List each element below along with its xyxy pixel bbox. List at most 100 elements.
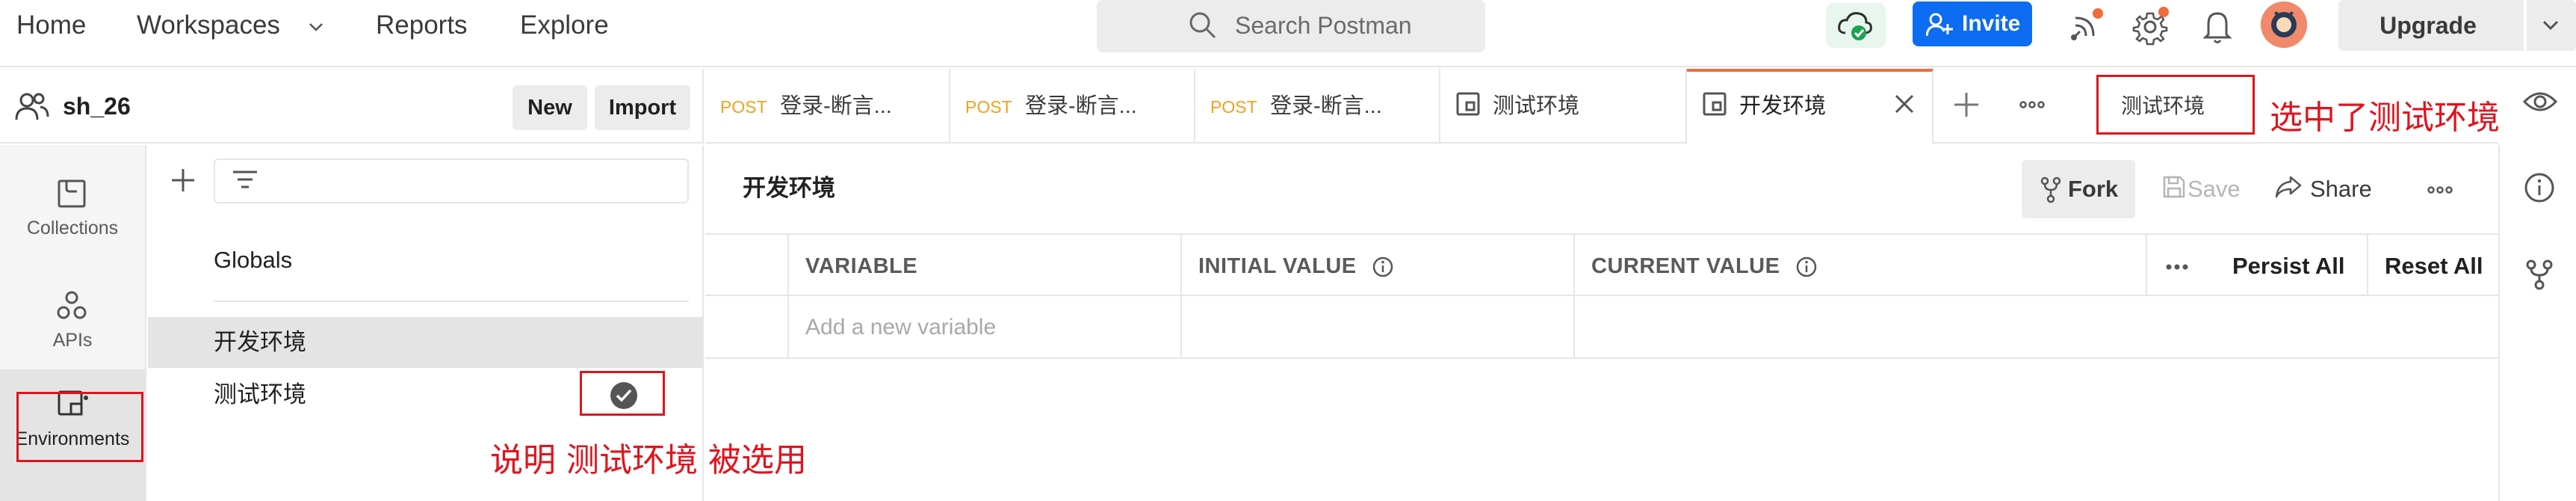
share-label: Share	[2310, 176, 2372, 202]
environment-icon	[1456, 92, 1480, 116]
workspace-name[interactable]: sh_26	[63, 91, 131, 121]
annotation-box-environments	[16, 392, 143, 462]
upgrade-button[interactable]: Upgrade	[2338, 0, 2524, 51]
column-divider	[1573, 235, 1575, 359]
variables-table: VARIABLE INITIAL VALUE CURRENT VALUE Per…	[705, 235, 2498, 359]
new-button[interactable]: New	[513, 85, 587, 130]
more-icon[interactable]	[2164, 256, 2190, 278]
method-badge: POST	[1210, 97, 1257, 117]
active-environment-highlight[interactable]	[580, 371, 665, 416]
new-variable-placeholder[interactable]: Add a new variable	[805, 314, 996, 341]
method-badge: POST	[965, 97, 1012, 117]
column-divider	[2146, 235, 2147, 296]
gear-icon[interactable]	[2129, 4, 2171, 46]
fork-icon[interactable]	[2524, 259, 2555, 290]
avatar[interactable]	[2261, 1, 2307, 48]
more-icon[interactable]	[2017, 90, 2047, 120]
fork-button[interactable]: Fork	[2022, 160, 2135, 218]
more-icon[interactable]	[2425, 175, 2455, 205]
fork-label: Fork	[2068, 176, 2119, 202]
info-icon[interactable]	[1372, 256, 1394, 278]
sync-status-button[interactable]	[1826, 3, 1886, 48]
add-icon[interactable]	[169, 166, 197, 194]
table-header: VARIABLE INITIAL VALUE CURRENT VALUE Per…	[705, 235, 2498, 296]
close-icon[interactable]	[1892, 91, 1917, 117]
add-user-icon	[1926, 13, 1953, 37]
import-button[interactable]: Import	[595, 85, 690, 130]
tab-request-1[interactable]: POST 登录-断言...	[705, 69, 950, 144]
rail-item-collections[interactable]: Collections	[0, 156, 145, 260]
column-divider	[1180, 235, 1182, 359]
invite-label: Invite	[1962, 11, 2021, 36]
column-header-initial-value: INITIAL VALUE	[1198, 253, 1394, 280]
tab-request-3[interactable]: POST 登录-断言...	[1195, 69, 1440, 144]
save-icon	[2163, 176, 2185, 198]
column-divider	[2367, 235, 2368, 296]
tab-request-2[interactable]: POST 登录-断言...	[950, 69, 1195, 144]
tab-label: 登录-断言...	[1025, 94, 1137, 118]
environment-search-input[interactable]	[214, 159, 689, 203]
environment-item-dev[interactable]: 开发环境	[148, 317, 704, 368]
column-divider	[787, 235, 789, 359]
tab-label: 开发环境	[1739, 94, 1827, 118]
environment-selector-value: 测试环境	[2121, 94, 2205, 117]
upgrade-label: Upgrade	[2380, 12, 2477, 39]
info-icon[interactable]	[2524, 172, 2555, 203]
tab-label: 登录-断言...	[1270, 94, 1382, 118]
rail-item-label: Collections	[26, 218, 119, 239]
annotation-text-right: 选中了测试环境	[2270, 99, 2500, 137]
workspace-header: sh_26 New Import	[0, 69, 704, 144]
nav-workspaces[interactable]: Workspaces	[137, 10, 323, 40]
table-row-new-variable[interactable]: Add a new variable	[705, 298, 2498, 359]
environment-icon	[1703, 92, 1727, 116]
column-header-label: INITIAL VALUE	[1198, 254, 1357, 278]
collections-icon	[58, 179, 86, 208]
bell-icon[interactable]	[2196, 4, 2238, 46]
upgrade-menu-button[interactable]	[2527, 0, 2576, 51]
persist-all-button[interactable]: Persist All	[2232, 253, 2344, 280]
environment-selector[interactable]: 测试环境	[2096, 75, 2255, 135]
tab-label: 测试环境	[1493, 94, 1580, 118]
save-label: Save	[2188, 176, 2241, 202]
column-header-current-value: CURRENT VALUE	[1591, 253, 1818, 280]
search-bar[interactable]: Search Postman	[1097, 0, 1485, 52]
top-bar: Home Workspaces Reports Explore Search P…	[0, 0, 2576, 67]
check-circle-icon	[610, 382, 637, 409]
environment-item-test[interactable]: 测试环境	[148, 371, 704, 420]
nav-reports[interactable]: Reports	[376, 10, 468, 40]
column-header-label: CURRENT VALUE	[1591, 254, 1780, 278]
share-icon	[2275, 176, 2302, 198]
invite-button[interactable]: Invite	[1913, 1, 2032, 46]
chevron-down-icon	[309, 23, 323, 31]
annotation-text-left: 说明 测试环境 被选用	[490, 441, 807, 479]
info-icon[interactable]	[1795, 256, 1818, 278]
environment-item-label: 开发环境	[214, 329, 306, 355]
environment-title[interactable]: 开发环境	[743, 173, 835, 203]
nav-home[interactable]: Home	[16, 10, 86, 40]
new-tab-icon[interactable]	[1951, 90, 1981, 120]
rail-item-apis[interactable]: APIs	[0, 268, 145, 372]
avatar-image	[2261, 1, 2307, 48]
tab-environment-dev[interactable]: 开发环境	[1687, 69, 1933, 144]
chevron-down-icon	[2542, 20, 2559, 31]
satellite-icon[interactable]	[2065, 4, 2107, 46]
apis-icon	[57, 291, 87, 319]
tab-bar: POST 登录-断言... POST 登录-断言... POST 登录-断言..…	[705, 69, 2498, 144]
tab-environment-test[interactable]: 测试环境	[1440, 69, 1687, 144]
team-icon	[15, 93, 49, 120]
rail-item-label: APIs	[52, 330, 93, 351]
cloud-sync-icon	[1838, 12, 1872, 40]
nav-explore[interactable]: Explore	[520, 10, 609, 40]
filter-icon[interactable]	[230, 167, 260, 194]
nav-workspaces-label: Workspaces	[137, 10, 280, 40]
fork-icon	[2040, 176, 2061, 203]
environment-editor-header: 开发环境 Fork Save Share	[705, 145, 2498, 235]
globals-item[interactable]: Globals	[214, 245, 292, 275]
divider	[214, 301, 689, 302]
column-header-variable: VARIABLE	[805, 254, 918, 278]
method-badge: POST	[720, 97, 767, 117]
eye-icon[interactable]	[2522, 88, 2558, 115]
tab-label: 登录-断言...	[780, 94, 892, 118]
reset-all-button[interactable]: Reset All	[2385, 253, 2483, 280]
environment-item-label: 测试环境	[214, 381, 306, 408]
